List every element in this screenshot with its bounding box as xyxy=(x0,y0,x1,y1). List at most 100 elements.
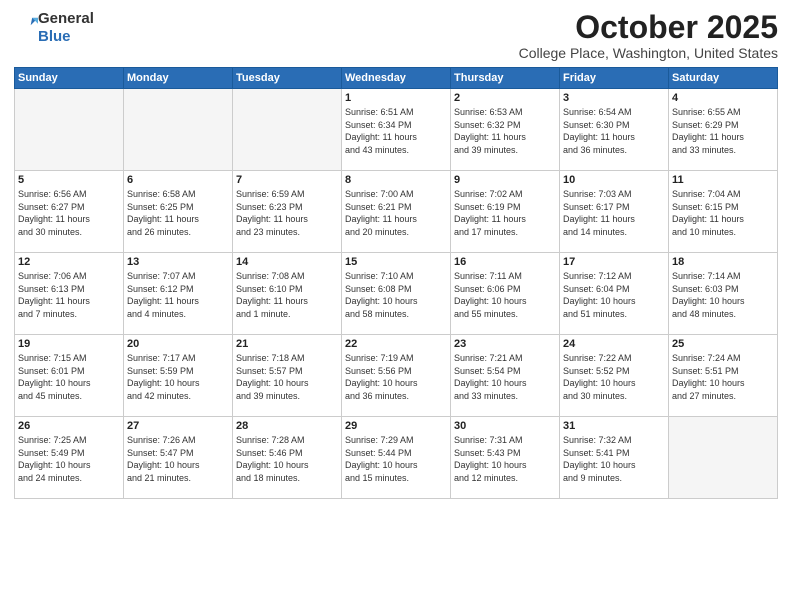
day-number: 9 xyxy=(454,174,556,186)
day-number: 15 xyxy=(345,256,447,268)
day-info: Sunrise: 7:03 AM Sunset: 6:17 PM Dayligh… xyxy=(563,188,665,238)
day-info: Sunrise: 6:59 AM Sunset: 6:23 PM Dayligh… xyxy=(236,188,338,238)
day-info: Sunrise: 7:17 AM Sunset: 5:59 PM Dayligh… xyxy=(127,352,229,402)
day-number: 5 xyxy=(18,174,120,186)
col-thursday: Thursday xyxy=(451,68,560,89)
day-cell: 10 Sunrise: 7:03 AM Sunset: 6:17 PM Dayli… xyxy=(560,171,669,253)
col-saturday: Saturday xyxy=(669,68,778,89)
day-info: Sunrise: 7:06 AM Sunset: 6:13 PM Dayligh… xyxy=(18,270,120,320)
day-number: 26 xyxy=(18,420,120,432)
day-info: Sunrise: 7:28 AM Sunset: 5:46 PM Dayligh… xyxy=(236,434,338,484)
day-cell: 19 Sunrise: 7:15 AM Sunset: 6:01 PM Dayli… xyxy=(15,335,124,417)
day-cell: 29Sunrise: 7:29 AM Sunset: 5:44 PM Dayli… xyxy=(342,417,451,499)
col-monday: Monday xyxy=(124,68,233,89)
day-number: 12 xyxy=(18,256,120,268)
day-number: 23 xyxy=(454,338,556,350)
week-row-0: 1Sunrise: 6:51 AM Sunset: 6:34 PM Daylig… xyxy=(15,89,778,171)
day-cell: 24 Sunrise: 7:22 AM Sunset: 5:52 PM Dayli… xyxy=(560,335,669,417)
day-cell: 6Sunrise: 6:58 AM Sunset: 6:25 PM Daylig… xyxy=(124,171,233,253)
day-cell: 9Sunrise: 7:02 AM Sunset: 6:19 PM Daylig… xyxy=(451,171,560,253)
week-row-3: 19 Sunrise: 7:15 AM Sunset: 6:01 PM Dayli… xyxy=(15,335,778,417)
day-cell: 31Sunrise: 7:32 AM Sunset: 5:41 PM Dayli… xyxy=(560,417,669,499)
day-number: 2 xyxy=(454,92,556,104)
day-info: Sunrise: 7:11 AM Sunset: 6:06 PM Dayligh… xyxy=(454,270,556,320)
day-cell: 17 Sunrise: 7:12 AM Sunset: 6:04 PM Dayli… xyxy=(560,253,669,335)
day-number: 24 xyxy=(563,338,665,350)
day-info: Sunrise: 7:18 AM Sunset: 5:57 PM Dayligh… xyxy=(236,352,338,402)
day-info: Sunrise: 7:19 AM Sunset: 5:56 PM Dayligh… xyxy=(345,352,447,402)
day-number: 11 xyxy=(672,174,774,186)
day-number: 18 xyxy=(672,256,774,268)
day-cell: 25 Sunrise: 7:24 AM Sunset: 5:51 PM Dayli… xyxy=(669,335,778,417)
day-number: 19 xyxy=(18,338,120,350)
day-cell: 18 Sunrise: 7:14 AM Sunset: 6:03 PM Dayli… xyxy=(669,253,778,335)
day-cell: 13 Sunrise: 7:07 AM Sunset: 6:12 PM Dayli… xyxy=(124,253,233,335)
col-friday: Friday xyxy=(560,68,669,89)
day-cell: 16 Sunrise: 7:11 AM Sunset: 6:06 PM Dayli… xyxy=(451,253,560,335)
day-info: Sunrise: 7:00 AM Sunset: 6:21 PM Dayligh… xyxy=(345,188,447,238)
logo-blue-text: Blue xyxy=(38,28,71,45)
day-info: Sunrise: 6:54 AM Sunset: 6:30 PM Dayligh… xyxy=(563,106,665,156)
day-info: Sunrise: 7:10 AM Sunset: 6:08 PM Dayligh… xyxy=(345,270,447,320)
day-info: Sunrise: 6:51 AM Sunset: 6:34 PM Dayligh… xyxy=(345,106,447,156)
day-number: 8 xyxy=(345,174,447,186)
day-number: 21 xyxy=(236,338,338,350)
week-row-4: 26 Sunrise: 7:25 AM Sunset: 5:49 PM Dayli… xyxy=(15,417,778,499)
day-cell: 7 Sunrise: 6:59 AM Sunset: 6:23 PM Daylig… xyxy=(233,171,342,253)
day-info: Sunrise: 7:26 AM Sunset: 5:47 PM Dayligh… xyxy=(127,434,229,484)
day-cell: 22Sunrise: 7:19 AM Sunset: 5:56 PM Dayli… xyxy=(342,335,451,417)
calendar-table: Sunday Monday Tuesday Wednesday Thursday… xyxy=(14,67,778,499)
day-cell: 8 Sunrise: 7:00 AM Sunset: 6:21 PM Daylig… xyxy=(342,171,451,253)
subtitle: College Place, Washington, United States xyxy=(519,45,778,61)
day-number: 25 xyxy=(672,338,774,350)
day-info: Sunrise: 7:29 AM Sunset: 5:44 PM Dayligh… xyxy=(345,434,447,484)
day-number: 3 xyxy=(563,92,665,104)
day-info: Sunrise: 7:15 AM Sunset: 6:01 PM Dayligh… xyxy=(18,352,120,402)
day-cell xyxy=(669,417,778,499)
day-number: 4 xyxy=(672,92,774,104)
day-info: Sunrise: 7:12 AM Sunset: 6:04 PM Dayligh… xyxy=(563,270,665,320)
day-info: Sunrise: 7:14 AM Sunset: 6:03 PM Dayligh… xyxy=(672,270,774,320)
day-info: Sunrise: 7:31 AM Sunset: 5:43 PM Dayligh… xyxy=(454,434,556,484)
day-number: 13 xyxy=(127,256,229,268)
day-info: Sunrise: 6:58 AM Sunset: 6:25 PM Dayligh… xyxy=(127,188,229,238)
col-wednesday: Wednesday xyxy=(342,68,451,89)
day-cell xyxy=(233,89,342,171)
day-info: Sunrise: 7:21 AM Sunset: 5:54 PM Dayligh… xyxy=(454,352,556,402)
month-title: October 2025 xyxy=(519,10,778,45)
logo-general-text: General xyxy=(38,10,94,27)
day-number: 14 xyxy=(236,256,338,268)
day-number: 17 xyxy=(563,256,665,268)
day-cell: 12 Sunrise: 7:06 AM Sunset: 6:13 PM Dayli… xyxy=(15,253,124,335)
col-sunday: Sunday xyxy=(15,68,124,89)
day-cell: 15 Sunrise: 7:10 AM Sunset: 6:08 PM Dayli… xyxy=(342,253,451,335)
day-cell xyxy=(124,89,233,171)
day-info: Sunrise: 6:53 AM Sunset: 6:32 PM Dayligh… xyxy=(454,106,556,156)
day-cell: 26 Sunrise: 7:25 AM Sunset: 5:49 PM Dayli… xyxy=(15,417,124,499)
day-cell: 4Sunrise: 6:55 AM Sunset: 6:29 PM Daylig… xyxy=(669,89,778,171)
day-info: Sunrise: 7:24 AM Sunset: 5:51 PM Dayligh… xyxy=(672,352,774,402)
day-info: Sunrise: 7:04 AM Sunset: 6:15 PM Dayligh… xyxy=(672,188,774,238)
header-row: Sunday Monday Tuesday Wednesday Thursday… xyxy=(15,68,778,89)
day-number: 27 xyxy=(127,420,229,432)
day-cell: 27 Sunrise: 7:26 AM Sunset: 5:47 PM Dayli… xyxy=(124,417,233,499)
day-cell: 1Sunrise: 6:51 AM Sunset: 6:34 PM Daylig… xyxy=(342,89,451,171)
day-number: 16 xyxy=(454,256,556,268)
title-section: October 2025 College Place, Washington, … xyxy=(519,10,778,61)
day-info: Sunrise: 7:08 AM Sunset: 6:10 PM Dayligh… xyxy=(236,270,338,320)
day-cell: 23 Sunrise: 7:21 AM Sunset: 5:54 PM Dayli… xyxy=(451,335,560,417)
day-number: 31 xyxy=(563,420,665,432)
day-number: 10 xyxy=(563,174,665,186)
day-cell: 11 Sunrise: 7:04 AM Sunset: 6:15 PM Dayli… xyxy=(669,171,778,253)
week-row-2: 12 Sunrise: 7:06 AM Sunset: 6:13 PM Dayli… xyxy=(15,253,778,335)
day-cell xyxy=(15,89,124,171)
logo: General Blue xyxy=(14,10,94,46)
day-info: Sunrise: 7:07 AM Sunset: 6:12 PM Dayligh… xyxy=(127,270,229,320)
day-info: Sunrise: 7:25 AM Sunset: 5:49 PM Dayligh… xyxy=(18,434,120,484)
day-number: 20 xyxy=(127,338,229,350)
day-cell: 2 Sunrise: 6:53 AM Sunset: 6:32 PM Daylig… xyxy=(451,89,560,171)
day-number: 7 xyxy=(236,174,338,186)
day-cell: 5Sunrise: 6:56 AM Sunset: 6:27 PM Daylig… xyxy=(15,171,124,253)
day-info: Sunrise: 7:22 AM Sunset: 5:52 PM Dayligh… xyxy=(563,352,665,402)
col-tuesday: Tuesday xyxy=(233,68,342,89)
